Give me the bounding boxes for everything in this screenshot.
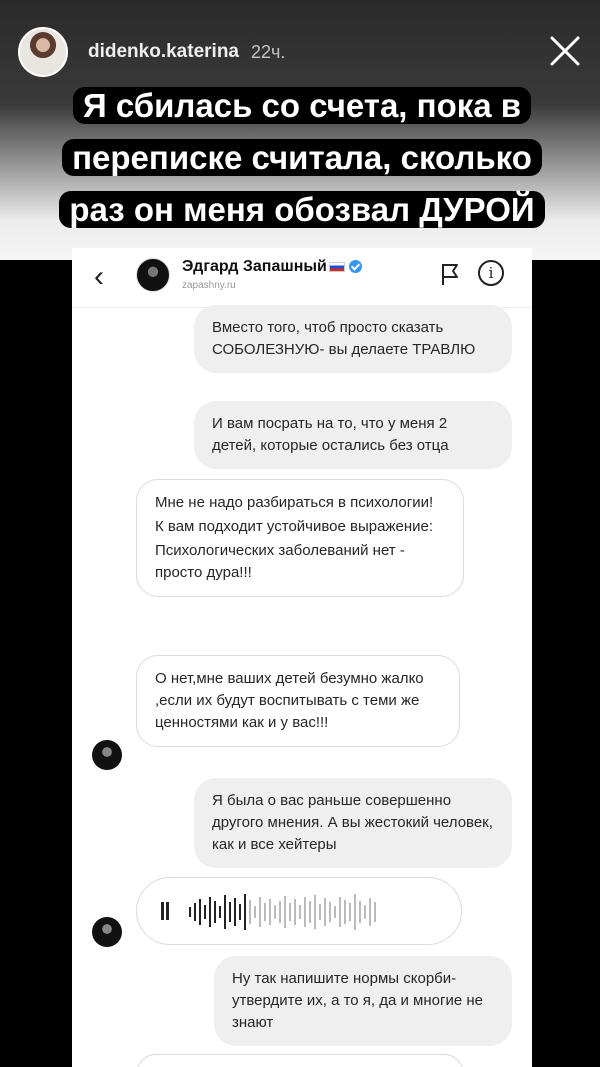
waveform-bar — [289, 903, 291, 921]
waveform-bar — [279, 901, 281, 923]
waveform-bar — [354, 894, 356, 930]
story-avatar[interactable] — [18, 27, 68, 77]
story-headline: Я сбилась со счета, пока в переписке счи… — [42, 80, 562, 236]
voice-message[interactable] — [136, 877, 462, 945]
waveform-bar — [309, 901, 311, 923]
waveform-bar — [374, 902, 376, 922]
story-headline-text: Я сбилась со счета, пока в переписке счи… — [59, 87, 545, 228]
waveform-bar — [334, 906, 336, 918]
waveform-bar — [274, 905, 276, 919]
message-bubble-outgoing[interactable]: Я была о вас раньше совершенно другого м… — [194, 778, 512, 868]
waveform-bar — [284, 896, 286, 928]
report-flag-icon[interactable] — [440, 262, 460, 286]
story-username[interactable]: didenko.katerina — [88, 41, 239, 63]
message-text: И вам посрать на то, что у меня 2 детей,… — [212, 415, 449, 454]
waveform-bar — [329, 902, 331, 922]
waveform-bar — [224, 895, 226, 929]
waveform-bar — [239, 904, 241, 920]
contact-name[interactable]: Эдгард Запашный — [182, 258, 362, 276]
waveform-bar — [359, 901, 361, 923]
close-icon[interactable] — [548, 34, 582, 68]
waveform-bar — [349, 903, 351, 921]
message-bubble-incoming[interactable]: О нет,мне ваших детей безумно жалко ,есл… — [136, 655, 460, 747]
waveform-bar — [299, 905, 301, 919]
chat-header: ‹ Эдгард Запашный zapashny.ru i — [72, 248, 532, 308]
waveform-bar — [219, 906, 221, 918]
verified-badge-icon — [348, 260, 362, 274]
waveform-bar — [314, 895, 316, 929]
waveform-bar — [249, 900, 251, 924]
message-bubble-incoming-partial[interactable] — [136, 1054, 464, 1067]
message-text: Психологических заболеваний нет - просто… — [155, 542, 405, 581]
message-bubble-outgoing[interactable]: Ну так напишите нормы скорби- утвердите … — [214, 956, 512, 1046]
waveform-bar — [199, 899, 201, 925]
message-text: Вместо того, чтоб просто сказать СОБОЛЕЗ… — [212, 319, 476, 358]
contact-handle: zapashny.ru — [182, 280, 236, 291]
russia-flag-icon — [328, 261, 345, 272]
waveform-bar — [204, 905, 206, 919]
waveform-bar — [304, 897, 306, 927]
waveform-bar — [269, 899, 271, 925]
waveform-bar — [364, 905, 366, 919]
waveform-bar — [339, 897, 341, 927]
sender-avatar[interactable] — [92, 740, 122, 770]
waveform-bar — [194, 903, 196, 921]
message-text: О нет,мне ваших детей безумно жалко ,есл… — [155, 670, 424, 731]
waveform-bar — [214, 901, 216, 923]
voice-waveform[interactable] — [189, 892, 376, 932]
message-text: К вам подходит устойчивое выражение: — [155, 518, 434, 535]
waveform-bar — [209, 897, 211, 927]
info-icon[interactable]: i — [478, 260, 504, 286]
sender-avatar[interactable] — [92, 917, 122, 947]
message-bubble-incoming[interactable]: Мне не надо разбираться в психологии! К … — [136, 479, 464, 597]
waveform-bar — [229, 902, 231, 922]
waveform-bar — [369, 898, 371, 926]
pause-icon[interactable] — [161, 902, 169, 920]
waveform-bar — [244, 894, 246, 930]
waveform-bar — [294, 899, 296, 925]
message-bubble-outgoing[interactable]: И вам посрать на то, что у меня 2 детей,… — [194, 401, 512, 469]
message-bubble-outgoing[interactable]: Вместо того, чтоб просто сказать СОБОЛЕЗ… — [194, 305, 512, 373]
waveform-bar — [264, 903, 266, 921]
contact-name-text: Эдгард Запашный — [182, 258, 327, 275]
waveform-bar — [344, 900, 346, 924]
waveform-bar — [234, 898, 236, 926]
waveform-bar — [319, 904, 321, 920]
story-time: 22ч. — [251, 41, 286, 62]
message-text: Мне не надо разбираться в психологии! — [155, 494, 434, 511]
message-text: Ну так напишите нормы скорби- утвердите … — [232, 970, 483, 1031]
waveform-bar — [189, 907, 191, 917]
waveform-bar — [259, 897, 261, 927]
contact-avatar[interactable] — [136, 258, 170, 292]
waveform-bar — [254, 906, 256, 918]
story-header: didenko.katerina 22ч. — [18, 26, 285, 78]
waveform-bar — [324, 898, 326, 926]
message-text: Я была о вас раньше совершенно другого м… — [212, 792, 493, 853]
back-icon[interactable]: ‹ — [94, 260, 104, 294]
